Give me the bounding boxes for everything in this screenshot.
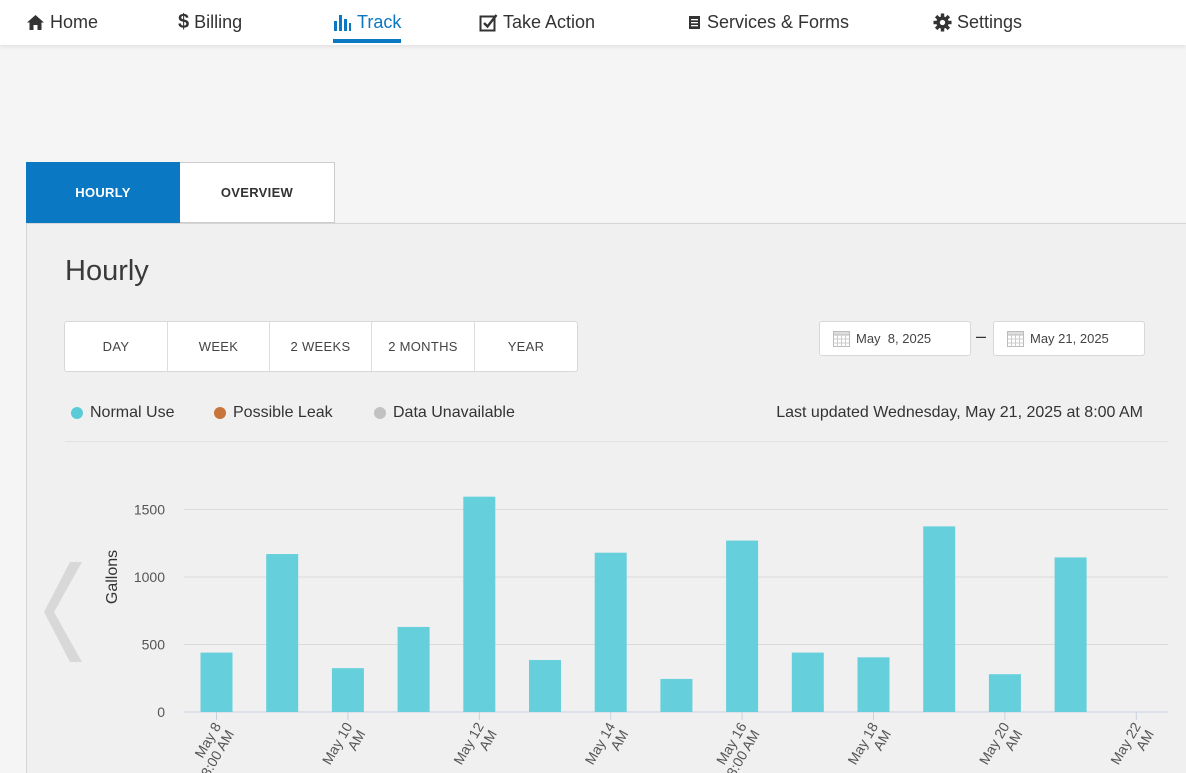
date-separator: –: [976, 326, 987, 346]
range-year-button[interactable]: YEAR: [475, 322, 577, 371]
view-tabs: HOURLY OVERVIEW: [26, 162, 335, 223]
nav-track-label: Track: [357, 12, 402, 32]
nav-take-action[interactable]: Take Action: [479, 0, 595, 45]
bar: [988, 674, 1021, 712]
legend-label: Data Unavailable: [393, 404, 515, 421]
nav-billing[interactable]: $ Billing: [178, 0, 242, 45]
date-to-value: May 21, 2025: [1030, 331, 1109, 346]
date-to-field[interactable]: May 21, 2025: [993, 321, 1145, 356]
date-from-field[interactable]: May 8, 2025: [819, 321, 971, 356]
document-icon: [688, 15, 702, 30]
legend-data-unavailable: Data Unavailable: [374, 404, 515, 422]
tab-hourly[interactable]: HOURLY: [26, 162, 180, 223]
last-updated-text: Last updated Wednesday, May 21, 2025 at …: [776, 404, 1143, 421]
top-nav: Home $ Billing Track Take Action Service…: [0, 0, 1186, 45]
home-icon: [26, 14, 45, 31]
bar: [923, 526, 956, 712]
page-title: Hourly: [65, 255, 149, 287]
bar-chart-icon: [333, 13, 352, 32]
nav-settings[interactable]: Settings: [933, 0, 1022, 45]
y-tick-label: 500: [142, 637, 166, 653]
nav-home-label: Home: [50, 12, 99, 32]
legend-dot-unavailable: [374, 407, 386, 419]
bar: [266, 554, 299, 712]
x-tick-label: May 14AM: [581, 719, 631, 773]
bar: [529, 660, 561, 712]
y-tick-label: 1500: [134, 502, 165, 518]
date-from-value: May 8, 2025: [856, 331, 932, 346]
active-tab-underline: [333, 39, 402, 43]
x-tick-label: May 20AM: [976, 719, 1026, 773]
nav-track[interactable]: Track: [333, 0, 402, 45]
usage-chart: 0 500 1000 1500 Gallons May 88:00 AM May 10AM M…: [104, 496, 1168, 773]
bar: [397, 626, 430, 712]
y-axis-label: Gallons: [104, 550, 121, 604]
nav-services-forms[interactable]: Services & Forms: [688, 0, 849, 45]
dollar-icon: $: [178, 11, 190, 33]
nav-billing-label: Billing: [194, 12, 243, 32]
bar: [463, 496, 496, 712]
legend-dot-leak: [214, 407, 226, 419]
y-tick-label: 0: [157, 704, 165, 720]
range-2-weeks-button[interactable]: 2 WEEKS: [270, 322, 372, 371]
x-tick-label: May 18AM: [844, 719, 894, 773]
range-week-button[interactable]: WEEK: [168, 322, 270, 371]
nav-take-action-label: Take Action: [503, 12, 596, 32]
legend-dot-normal: [71, 407, 83, 419]
range-day-button[interactable]: DAY: [65, 322, 168, 371]
bar: [200, 652, 233, 712]
range-2-months-button[interactable]: 2 MONTHS: [372, 322, 475, 371]
bar: [791, 652, 824, 712]
x-tick-label: May 168:00 AM: [710, 719, 763, 773]
nav-home[interactable]: Home: [26, 0, 98, 45]
bar: [1054, 557, 1087, 712]
x-tick-label: May 88:00 AM: [185, 719, 238, 773]
gear-icon: [933, 13, 952, 32]
x-tick-label: May 12AM: [450, 719, 500, 773]
legend-normal-use: Normal Use: [71, 404, 174, 422]
nav-services-forms-label: Services & Forms: [707, 12, 850, 32]
range-selector: DAY WEEK 2 WEEKS 2 MONTHS YEAR: [64, 321, 578, 372]
bar: [857, 657, 890, 712]
nav-settings-label: Settings: [957, 12, 1023, 32]
legend-possible-leak: Possible Leak: [214, 404, 333, 422]
legend-label: Normal Use: [90, 404, 175, 421]
checkbox-icon: [479, 13, 498, 32]
calendar-icon: [833, 330, 850, 347]
tab-overview[interactable]: OVERVIEW: [180, 162, 335, 223]
bar: [660, 678, 693, 712]
legend-label: Possible Leak: [233, 404, 333, 421]
bar: [594, 552, 627, 712]
x-tick-label: May 22AM: [1107, 719, 1157, 773]
bar: [331, 668, 364, 712]
x-tick-label: May 10AM: [319, 719, 369, 773]
calendar-icon: [1007, 330, 1024, 347]
bar: [726, 540, 759, 712]
y-tick-label: 1000: [134, 569, 165, 585]
